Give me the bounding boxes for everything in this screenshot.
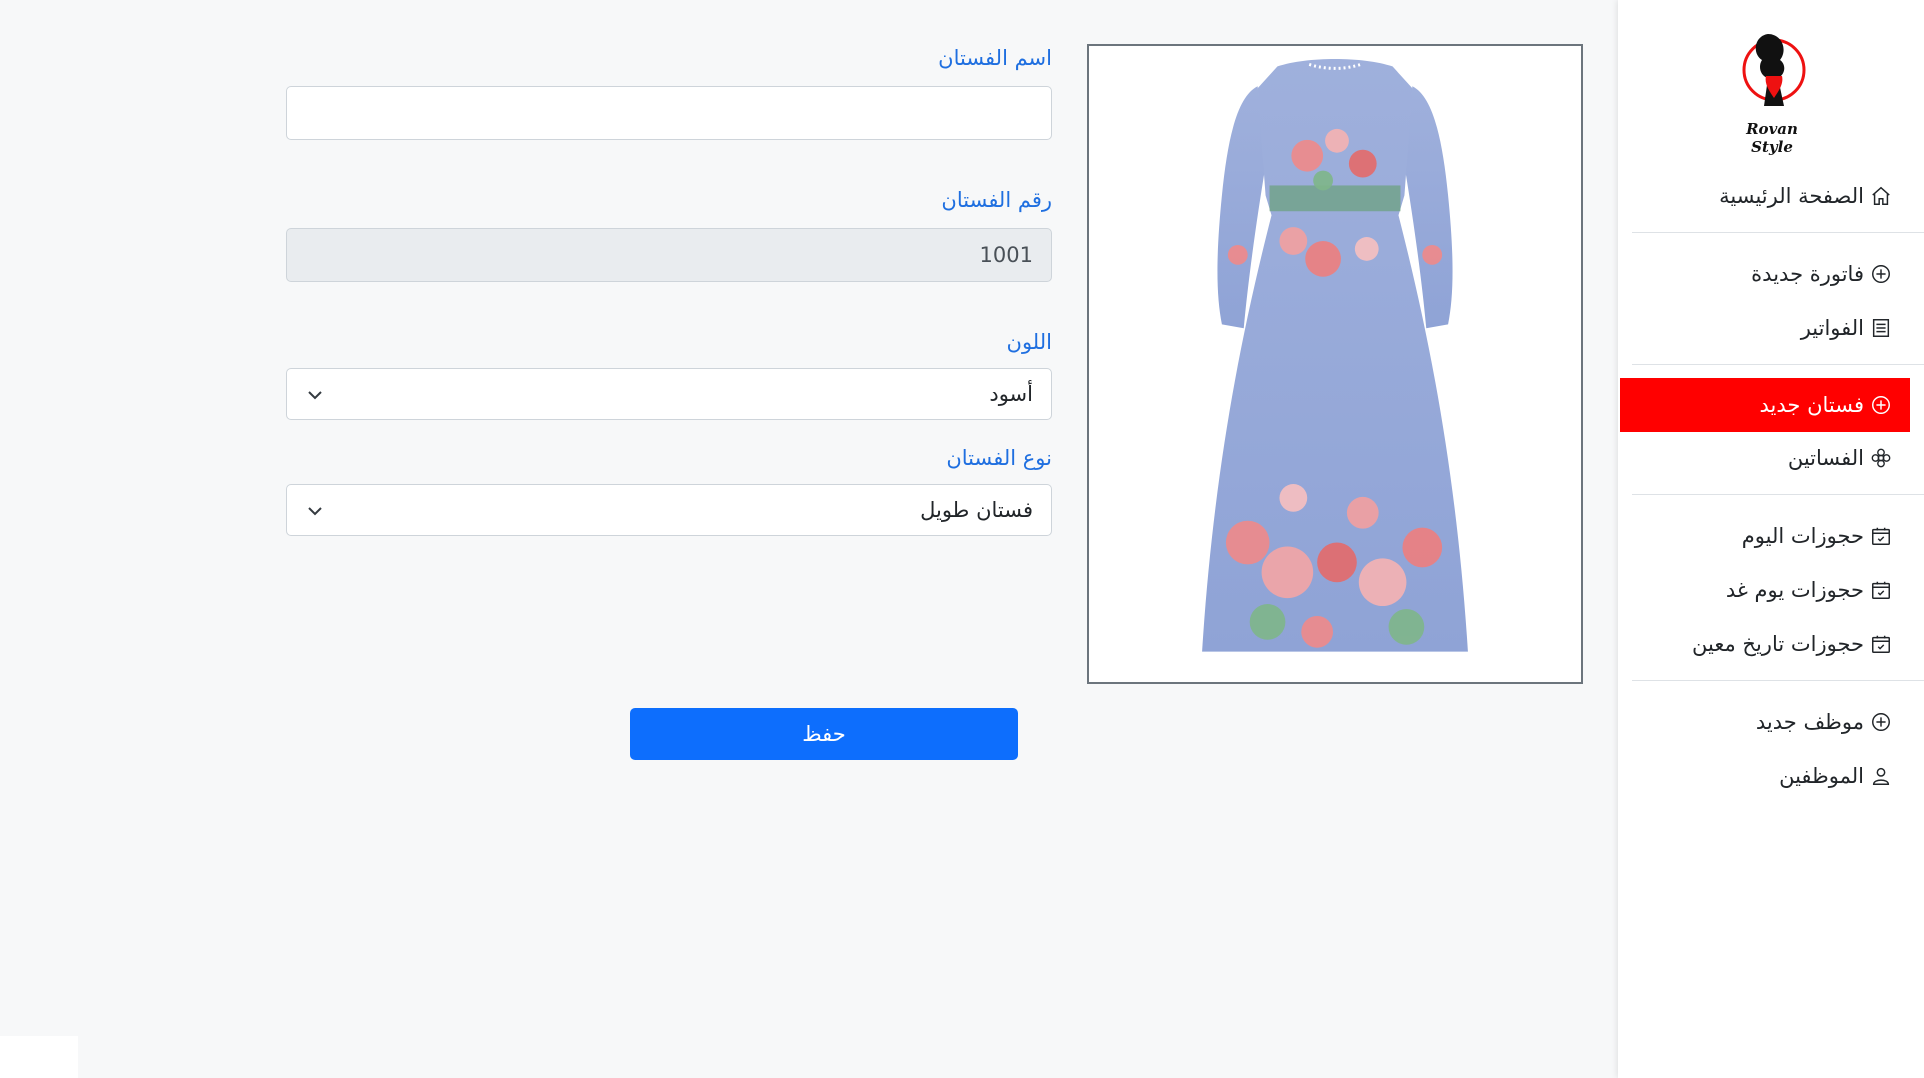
receipt-icon bbox=[1870, 317, 1892, 339]
sidebar-item-bookings-date[interactable]: حجوزات تاريخ معين bbox=[1620, 618, 1910, 670]
chevron-down-icon bbox=[308, 391, 322, 400]
sidebar-item-label: حجوزات يوم غد bbox=[1725, 578, 1864, 602]
sidebar-item-label: الفساتين bbox=[1787, 446, 1864, 470]
dress-type-select-value: فستان طويل bbox=[920, 498, 1033, 522]
sidebar-item-label: الموظفين bbox=[1779, 764, 1864, 788]
sidebar-item-label: حجوزات تاريخ معين bbox=[1692, 632, 1864, 656]
sidebar-item-label: الصفحة الرئيسية bbox=[1719, 184, 1864, 208]
person-icon bbox=[1870, 765, 1892, 787]
sidebar-item-new-employee[interactable]: موظف جديد bbox=[1620, 696, 1910, 748]
dress-form: اسم الفستان رقم الفستان 1001 اللون أسود … bbox=[286, 0, 1052, 800]
logo-figure-icon bbox=[1742, 34, 1806, 106]
sidebar: Rovan Style الصفحة الرئيسية فاتورة جديدة… bbox=[1618, 0, 1924, 1078]
sidebar-item-invoices[interactable]: الفواتير bbox=[1620, 302, 1910, 354]
home-icon bbox=[1870, 185, 1892, 207]
dress-name-field[interactable] bbox=[286, 86, 1052, 140]
color-select[interactable]: أسود bbox=[286, 368, 1052, 420]
sidebar-item-employees[interactable]: الموظفين bbox=[1620, 750, 1910, 802]
dress-number-label: رقم الفستان bbox=[941, 188, 1052, 212]
sidebar-item-label: الفواتير bbox=[1800, 316, 1864, 340]
sidebar-item-label: فستان جديد bbox=[1759, 393, 1864, 417]
sidebar-item-home[interactable]: الصفحة الرئيسية bbox=[1620, 170, 1910, 222]
chevron-down-icon bbox=[308, 507, 322, 516]
corner-patch bbox=[0, 1036, 78, 1078]
save-button[interactable]: حفظ bbox=[630, 708, 1018, 760]
color-select-value: أسود bbox=[989, 382, 1033, 406]
brand-logo[interactable]: Rovan Style bbox=[1724, 26, 1820, 156]
calendar-check-icon bbox=[1870, 579, 1892, 601]
dress-image bbox=[1202, 58, 1468, 652]
dress-number-value: 1001 bbox=[979, 243, 1033, 267]
sidebar-item-label: موظف جديد bbox=[1755, 710, 1864, 734]
plus-circle-icon bbox=[1870, 263, 1892, 285]
sidebar-divider bbox=[1632, 680, 1924, 681]
sidebar-item-dresses[interactable]: الفساتين bbox=[1620, 432, 1910, 484]
sidebar-item-label: حجوزات اليوم bbox=[1741, 524, 1864, 548]
sidebar-item-new-invoice[interactable]: فاتورة جديدة bbox=[1620, 248, 1910, 300]
flower-icon bbox=[1870, 447, 1892, 469]
dress-number-field: 1001 bbox=[286, 228, 1052, 282]
calendar-check-icon bbox=[1870, 633, 1892, 655]
dress-type-label: نوع الفستان bbox=[946, 446, 1052, 470]
sidebar-divider bbox=[1632, 364, 1924, 365]
sidebar-item-label: فاتورة جديدة bbox=[1751, 262, 1864, 286]
logo-text: Rovan Style bbox=[1746, 120, 1798, 156]
dress-name-input[interactable] bbox=[305, 100, 1033, 126]
dress-image-preview[interactable] bbox=[1087, 44, 1583, 684]
sidebar-item-new-dress[interactable]: فستان جديد bbox=[1620, 378, 1910, 432]
sidebar-item-bookings-tomorrow[interactable]: حجوزات يوم غد bbox=[1620, 564, 1910, 616]
plus-circle-icon bbox=[1870, 711, 1892, 733]
sidebar-item-bookings-today[interactable]: حجوزات اليوم bbox=[1620, 510, 1910, 562]
sidebar-divider bbox=[1632, 494, 1924, 495]
calendar-check-icon bbox=[1870, 525, 1892, 547]
dress-name-label: اسم الفستان bbox=[938, 46, 1052, 70]
plus-circle-icon bbox=[1870, 394, 1892, 416]
dress-type-select[interactable]: فستان طويل bbox=[286, 484, 1052, 536]
sidebar-divider bbox=[1632, 232, 1924, 233]
color-label: اللون bbox=[1006, 330, 1052, 354]
